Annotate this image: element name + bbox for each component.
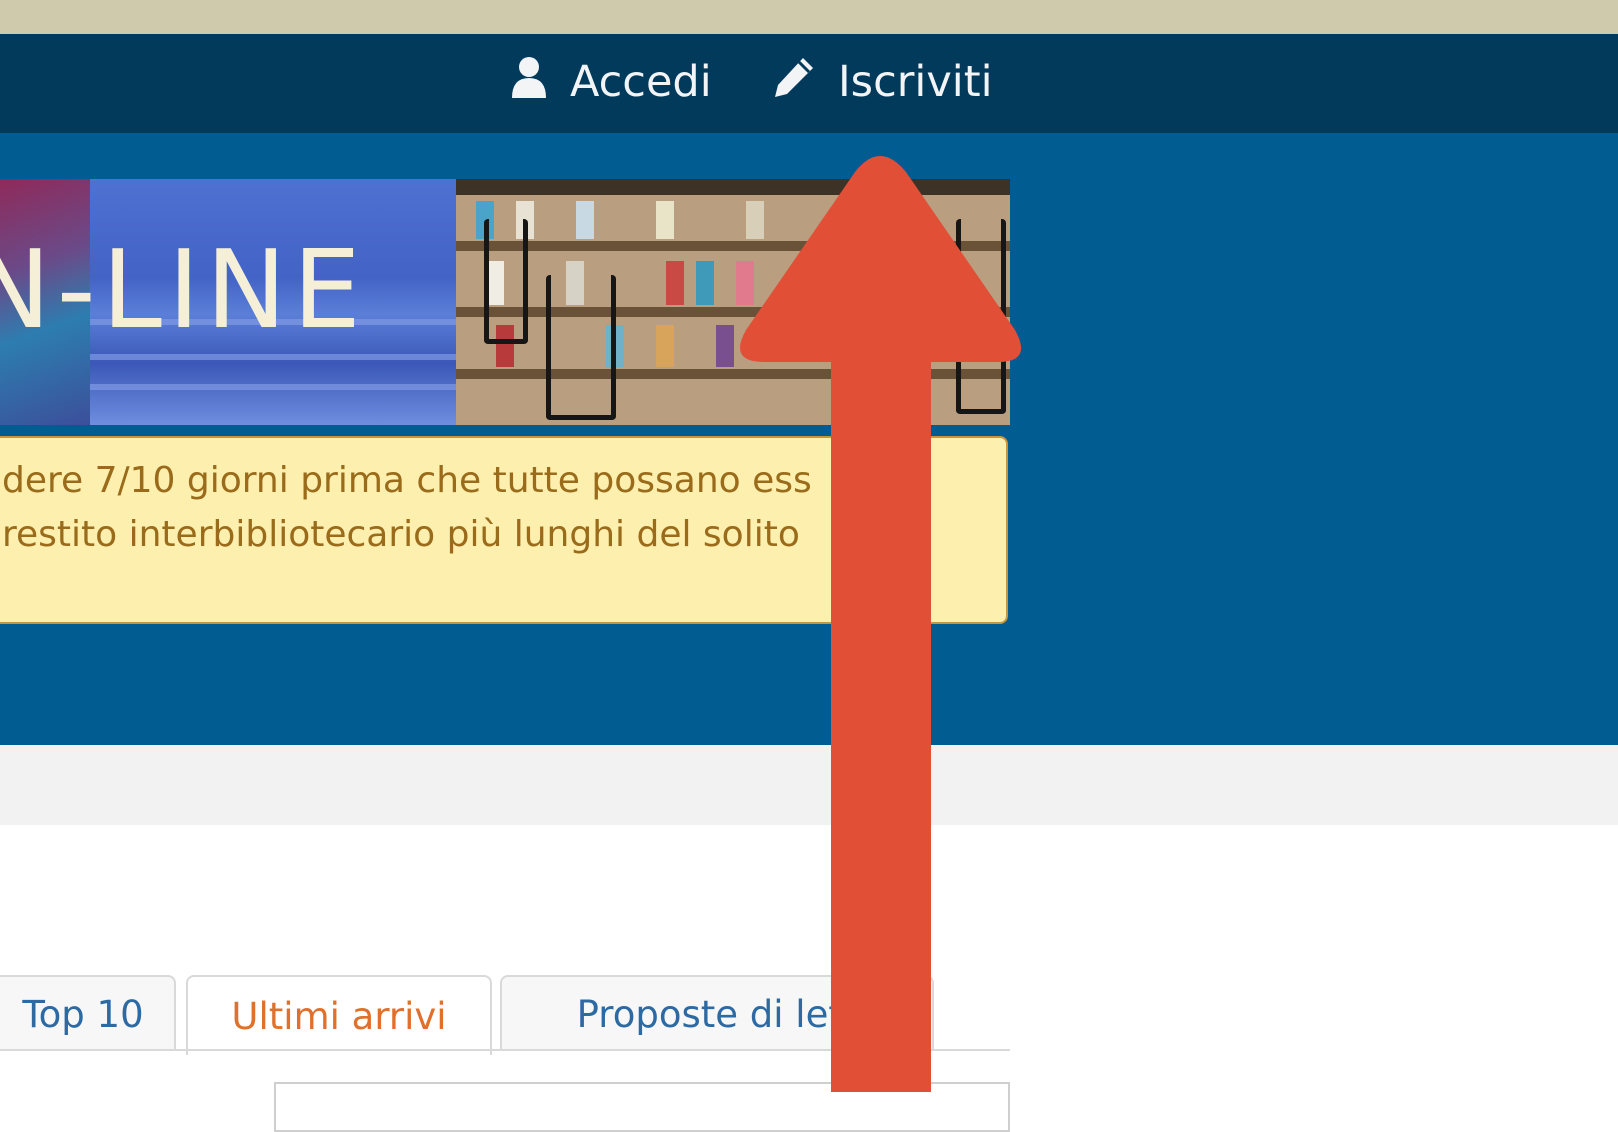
user-icon — [510, 56, 548, 109]
pencil-icon — [772, 55, 816, 110]
alert-line-2: restito interbibliotecario più lunghi de… — [2, 514, 800, 555]
tab-label: Ultimi arrivi — [231, 994, 447, 1038]
tab-bar: Top 10 Ultimi arrivi Proposte di lett — [0, 975, 1010, 1055]
tab-proposte-di-lettura[interactable]: Proposte di lett — [500, 975, 934, 1051]
tab-underline — [0, 1049, 1010, 1051]
header-banner: N-LINE — [0, 179, 1010, 425]
gray-divider-bar — [0, 745, 1618, 825]
tab-ultimi-arrivi[interactable]: Ultimi arrivi — [186, 975, 492, 1055]
login-link[interactable]: Accedi — [510, 56, 712, 108]
tab-label: Top 10 — [22, 992, 144, 1036]
banner-title: N-LINE — [0, 228, 367, 353]
top-strip — [0, 0, 1618, 34]
content-box — [274, 1082, 1010, 1132]
hero-section: N-LINE dere 7/10 giorni prima che tutte … — [0, 133, 1618, 745]
tab-label: Proposte di lett — [576, 992, 858, 1036]
banner-photo-library — [456, 179, 1010, 425]
top-navbar: Accedi Iscriviti — [0, 34, 1618, 133]
signup-label: Iscriviti — [838, 57, 993, 107]
tab-top-10[interactable]: Top 10 — [0, 975, 176, 1051]
alert-line-1: dere 7/10 giorni prima che tutte possano… — [2, 460, 812, 501]
login-label: Accedi — [570, 57, 712, 107]
notice-alert: dere 7/10 giorni prima che tutte possano… — [0, 436, 1008, 624]
signup-link[interactable]: Iscriviti — [772, 56, 993, 108]
